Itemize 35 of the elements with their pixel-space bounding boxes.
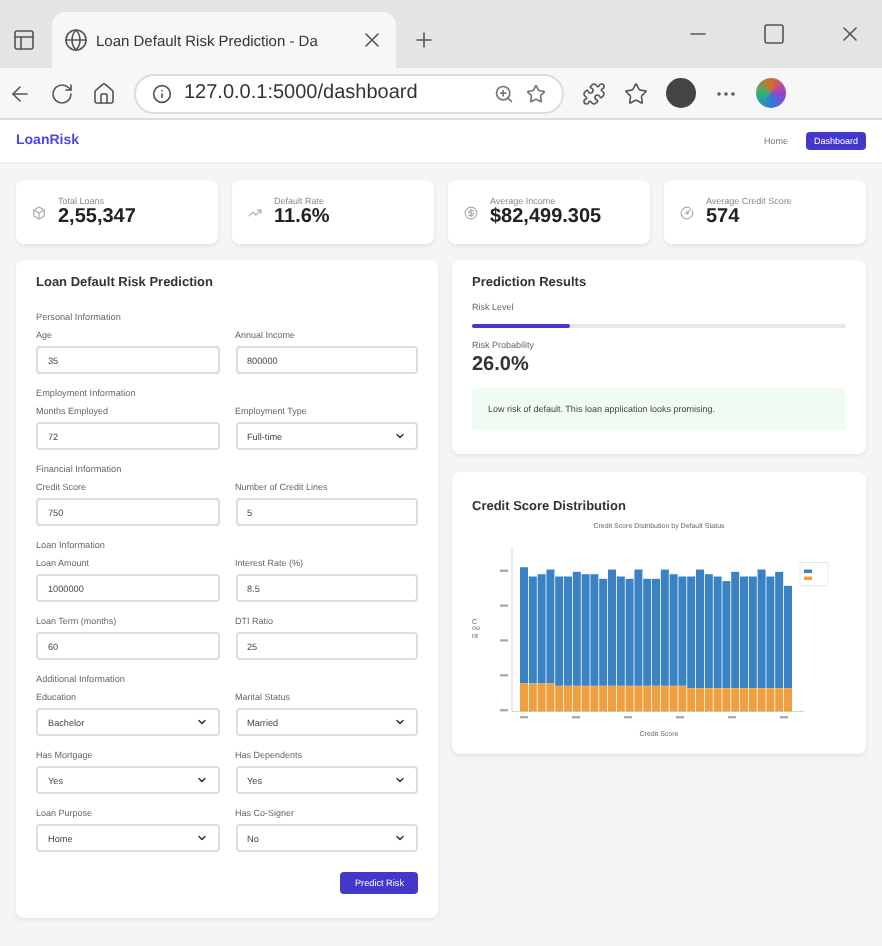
stat-value: 11.6%: [274, 206, 330, 228]
chevron-down-icon: [195, 774, 207, 786]
chart-legend: [799, 562, 829, 587]
chevron-down-icon: [394, 832, 406, 844]
trend-up-icon: [248, 205, 262, 219]
extension-icon[interactable]: [582, 81, 606, 105]
profile-avatar[interactable]: [666, 78, 696, 108]
stat-value: 574: [706, 206, 742, 228]
chevron-down-icon: [195, 716, 207, 728]
chevron-down-icon: [394, 774, 406, 786]
address-bar[interactable]: 127.0.0.1:5000/dashboard: [134, 73, 564, 113]
info-icon: [152, 83, 172, 103]
chevron-down-icon: [195, 832, 207, 844]
copilot-icon[interactable]: [756, 78, 786, 108]
favorites-icon[interactable]: [624, 81, 648, 105]
globe-icon: [64, 28, 88, 52]
dollar-icon: [464, 205, 478, 219]
reload-icon[interactable]: [50, 81, 74, 105]
new-tab-icon[interactable]: [412, 28, 436, 52]
back-icon[interactable]: [8, 81, 32, 105]
tab-actions-icon[interactable]: [12, 28, 36, 52]
gauge-icon: [680, 205, 694, 219]
close-icon[interactable]: [838, 22, 862, 46]
maximize-icon[interactable]: [762, 22, 786, 46]
zoom-icon[interactable]: [494, 83, 514, 103]
url-text: 127.0.0.1:5000/dashboard: [184, 82, 418, 104]
risk-probability-value: 26.0%: [472, 354, 531, 376]
chevron-down-icon: [394, 430, 406, 442]
chevron-down-icon: [394, 716, 406, 728]
stat-value: 2,55,347: [58, 206, 136, 228]
home-icon[interactable]: [92, 81, 116, 105]
stat-value: $82,499.305: [490, 206, 602, 228]
star-icon[interactable]: [526, 83, 546, 103]
box-icon: [32, 205, 46, 219]
close-tab-icon[interactable]: [360, 28, 384, 52]
